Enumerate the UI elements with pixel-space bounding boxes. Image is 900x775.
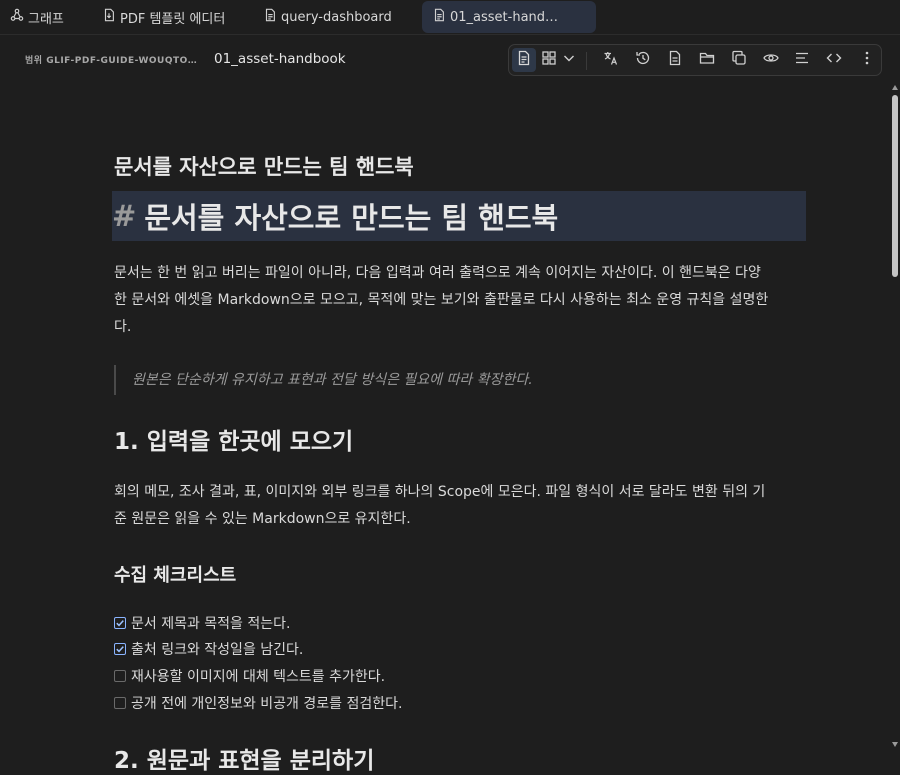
scrollbar-thumb[interactable] [892,95,898,277]
tab-graph[interactable]: 그래프 [2,1,84,33]
checklist-item-text: 문서 제목과 목적을 적는다. [131,616,291,632]
folder-icon [699,50,715,70]
view-toolbar [508,44,882,76]
folder-button[interactable] [695,48,719,72]
vertical-scrollbar[interactable] [890,85,900,752]
h1-heading-text: 문서를 자산으로 만드는 팀 핸드북 [144,201,559,235]
preview-button[interactable] [759,48,783,72]
tab-label: PDF 템플릿 에디터 [120,11,226,27]
copy-icon [731,50,747,70]
graph-icon [10,8,28,26]
document-heading-preview: 문서를 자산으로 만드는 팀 핸드북 [114,155,414,179]
outline-icon [794,50,810,70]
grid-view-icon [541,50,557,70]
checklist-item: 출처 링크와 작성일을 남긴다. [114,639,303,659]
translate-icon [603,50,619,70]
checklist-item: 문서 제목과 목적을 적는다. [114,613,290,633]
more-options-button[interactable] [855,48,879,72]
history-icon [635,50,651,70]
scope-label[interactable]: 범위 GLIF-PDF-GUIDE-WOUQTOB8 [25,53,197,66]
document-icon [432,8,450,26]
paragraph-line: 한 문서와 에셋을 Markdown으로 모으고, 목적에 맞는 보기와 출판물… [114,292,769,308]
grid-view-button[interactable] [537,48,561,72]
more-vertical-icon [859,50,875,70]
tab-label: query-dashboard [281,9,392,25]
tab-asset-handbook[interactable]: 01_asset-handbook [422,1,596,33]
paragraph-line: 회의 메모, 조사 결과, 표, 이미지와 외부 링크를 하나의 Scope에 … [114,484,766,500]
document-header: 범위 GLIF-PDF-GUIDE-WOUQTOB8 01_asset-hand… [0,35,900,85]
checkbox-checked[interactable] [114,617,126,629]
tab-query-dashboard[interactable]: query-dashboard [255,1,415,33]
paragraph-line: 문서는 한 번 읽고 버리는 파일이 아니라, 다음 입력과 여러 출력으로 계… [114,265,761,281]
file-icon [667,50,683,70]
section-1-heading: 1. 입력을 한곳에 모으기 [114,429,354,455]
translate-button[interactable] [599,48,623,72]
checkbox-unchecked[interactable] [114,670,126,682]
history-button[interactable] [631,48,655,72]
section-1-paragraph: 회의 메모, 조사 결과, 표, 이미지와 외부 링크를 하나의 Scope에 … [114,479,806,533]
view-dropdown-button[interactable] [559,48,579,72]
checkbox-unchecked[interactable] [114,697,126,709]
outline-button[interactable] [790,48,814,72]
checklist-item-text: 공개 전에 개인정보와 비공개 경로를 점검한다. [131,696,403,712]
tab-pdf-template-editor[interactable]: PDF 템플릿 에디터 [94,1,244,33]
section-2-heading: 2. 원문과 표현을 분리하기 [114,748,375,774]
document-view-icon [516,50,532,70]
tab-label: 그래프 [28,11,64,27]
document-view-button[interactable] [512,48,536,72]
checkbox-checked[interactable] [114,643,126,655]
scroll-down-arrow[interactable] [892,742,898,747]
tab-bar: 그래프 PDF 템플릿 에디터 query-dashboard 01_asset… [0,0,900,35]
checklist-item: 공개 전에 개인정보와 비공개 경로를 점검한다. [114,693,402,713]
checklist-item: 재사용할 이미지에 대체 텍스트를 추가한다. [114,666,385,686]
scroll-up-arrow[interactable] [892,85,898,90]
eye-icon [763,50,779,70]
checklist-heading: 수집 체크리스트 [114,565,237,586]
checklist-item-text: 재사용할 이미지에 대체 텍스트를 추가한다. [131,669,386,685]
paragraph-line: 다. [114,319,132,335]
heading-hash-marker: # [112,199,137,233]
copy-button[interactable] [727,48,751,72]
checklist-item-text: 출처 링크와 작성일을 남긴다. [131,642,304,658]
file-button[interactable] [663,48,687,72]
document-title: 01_asset-handbook [214,51,346,67]
tab-label: 01_asset-handbook [450,9,566,25]
source-code-button[interactable] [822,48,846,72]
blockquote: 원본은 단순하게 유지하고 표현과 전달 방식은 필요에 따라 확장한다. [114,365,806,395]
intro-paragraph: 문서는 한 번 읽고 버리는 파일이 아니라, 다음 입력과 여러 출력으로 계… [114,260,806,341]
paragraph-line: 준 원문은 읽을 수 있는 Markdown으로 유지한다. [114,511,411,527]
pdf-file-icon [102,8,120,26]
document-icon [263,8,281,26]
chevron-down-icon [561,50,577,70]
toolbar-divider [586,52,587,70]
h1-heading-active-line[interactable]: # 문서를 자산으로 만드는 팀 핸드북 [112,191,806,241]
code-icon [826,50,842,70]
